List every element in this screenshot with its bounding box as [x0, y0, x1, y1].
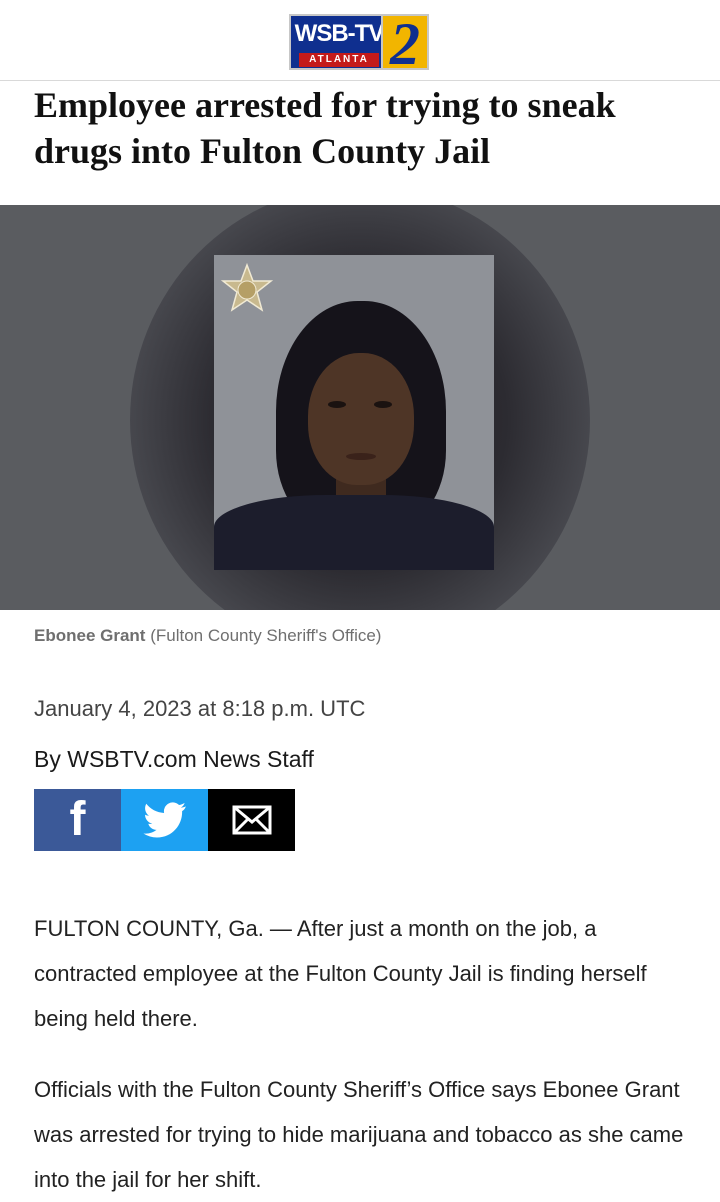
facebook-share-button[interactable]: f: [34, 789, 121, 851]
facebook-icon: f: [69, 793, 86, 846]
sheriff-badge-icon: [220, 263, 274, 312]
twitter-share-button[interactable]: [121, 789, 208, 851]
article-hero-image: [0, 205, 720, 610]
email-share-button[interactable]: [208, 789, 295, 851]
caption-name: Ebonee Grant: [34, 626, 146, 645]
article-paragraph: Officials with the Fulton County Sheriff…: [34, 1077, 684, 1192]
twitter-icon: [142, 802, 186, 838]
mugshot-photo: [214, 255, 494, 570]
article-headline: Employee arrested for trying to sneak dr…: [34, 85, 616, 171]
mouth: [346, 453, 376, 460]
left-eye: [328, 401, 346, 408]
logo-text: WSB-TV: [294, 20, 385, 47]
email-icon: [232, 805, 271, 835]
logo-box: WSB-TV ATLANTA: [289, 14, 385, 70]
person-shirt: [214, 495, 494, 570]
article-date: January 4, 2023 at 8:18 p.m. UTC: [34, 696, 366, 721]
image-caption: Ebonee Grant (Fulton County Sheriff's Of…: [34, 626, 381, 646]
article-byline: By WSBTV.com News Staff: [34, 746, 314, 772]
logo-channel-number: 2: [390, 11, 420, 77]
article-paragraph: FULTON COUNTY, Ga. — After just a month …: [34, 916, 647, 1031]
person-face: [308, 353, 414, 485]
logo-city: ATLANTA: [299, 53, 379, 67]
logo-channel-box: 2: [381, 11, 429, 77]
top-bar: WSB-TV ATLANTA 2: [0, 0, 720, 81]
right-eye: [374, 401, 392, 408]
caption-credit: (Fulton County Sheriff's Office): [150, 626, 382, 645]
wsbtv-logo[interactable]: WSB-TV ATLANTA 2: [289, 11, 431, 77]
